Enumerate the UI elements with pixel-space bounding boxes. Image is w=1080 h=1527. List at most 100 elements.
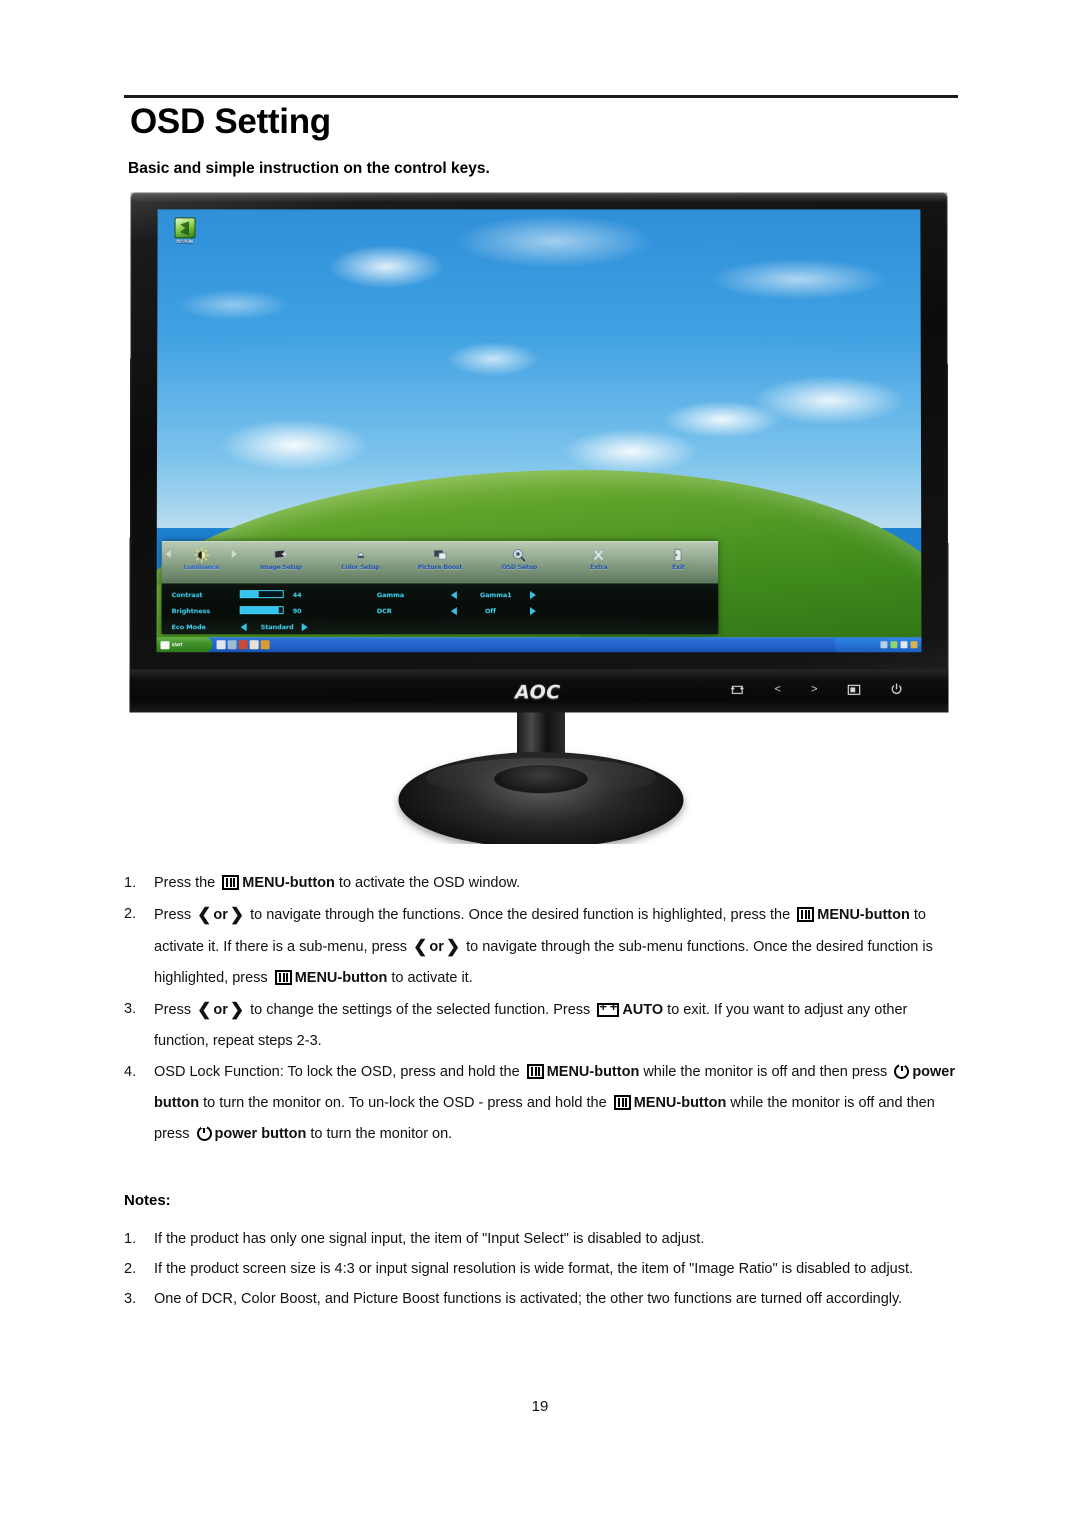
osd-tab-picture-boost[interactable]: Picture Boost [400,542,479,571]
desktop-icon-my-computer[interactable]: 我的电脑 [168,217,202,244]
osd-tab-color-setup[interactable]: Color Setup [321,542,401,571]
picture-boost-icon [400,546,479,564]
ql-icon-2[interactable] [227,640,237,650]
osd-item-label: Brightness [171,607,211,616]
instruction-step-2: 2. Press ❮ or ❯ to navigate through the fu… [124,899,960,994]
step-text: OSD Lock Function: To lock the OSD, pres… [154,1057,960,1150]
step-text-fragment: Press the [154,875,220,891]
step-text-fragment: to activate the OSD window. [334,875,521,891]
aoc-logo: AOC [514,681,561,704]
auto-icon [597,1000,620,1017]
osd-item-value: 90 [292,607,302,616]
gamma-prev-arrow[interactable] [450,591,457,600]
osd-item-dcr[interactable]: DCR Off [367,605,587,618]
ql-icon-5[interactable] [260,640,270,650]
osd-tab-osd-setup[interactable]: OSD Setup [480,542,559,571]
menu-button-label: MENU-button [242,875,335,891]
osd-tab-extra[interactable]: Extra [559,542,638,571]
gamma-next-arrow[interactable] [529,591,536,600]
note-item: 2. If the product screen size is 4:3 or … [124,1254,970,1284]
notes-list: 1. If the product has only one signal in… [124,1224,970,1314]
instruction-step-1: 1. Press the MENU-button to activate the… [124,868,960,899]
step-text: Press ❮ or ❯ to change the settings of the… [154,994,960,1057]
note-number: 2. [124,1261,137,1277]
instruction-step-3: 3. Press ❮ or ❯ to change the settings of … [124,994,960,1057]
step-text-fragment: to navigate through the functions. Once … [246,907,795,923]
brightness-icon [162,546,242,564]
start-button[interactable]: start [156,637,213,653]
menu-icon [526,1064,544,1079]
notes-heading: Notes: [124,1192,171,1209]
menu-icon [274,970,292,985]
or-label: or [429,939,444,955]
osd-tab-exit[interactable]: Exit [639,542,719,571]
dcr-next-arrow[interactable] [529,607,536,616]
menu-button-label: MENU-button [294,970,388,986]
tray-icon-3[interactable] [900,641,908,649]
left-chevron-icon: ❮ [413,937,428,956]
note-number: 1. [124,1231,137,1247]
note-text: If the product has only one signal input… [154,1231,705,1247]
osd-tab-image-setup[interactable]: Image Setup [241,542,321,571]
step-number: 2. [124,906,137,922]
ql-icon-3[interactable] [238,640,248,650]
power-button[interactable] [891,683,903,695]
osd-item-value: Standard [260,623,294,632]
monitor-screen: 我的电脑 Luminance Image Setup Color Setup P… [156,209,922,653]
tray-icon-2[interactable] [890,641,898,649]
brightness-slider-fill [240,607,279,614]
step-text-fragment: to change the settings of the selected f… [246,1002,595,1018]
step-text-fragment: while the monitor is off and then press [639,1064,892,1080]
quick-launch-bar[interactable] [216,640,270,650]
step-text-fragment: Press [154,1002,196,1018]
step-text: Press the MENU-button to activate the OS… [154,868,960,899]
osd-tab-label: Extra [590,564,608,572]
osd-tab-luminance[interactable]: Luminance [162,542,242,571]
step-text-fragment: to turn the monitor on. To un-lock the O… [199,1095,611,1111]
step-text-fragment: to turn the monitor on. [306,1126,453,1142]
step-number: 3. [124,1001,137,1017]
osd-item-label: Eco Mode [171,623,206,632]
power-icon [196,1126,212,1141]
or-label: or [213,1002,228,1018]
right-chevron-icon: ❯ [229,1000,245,1019]
auto-input-button[interactable] [730,684,744,695]
osd-tab-label: Exit [672,564,685,572]
monitor-photo: 我的电脑 Luminance Image Setup Color Setup P… [125,192,957,844]
osd-item-eco-mode[interactable]: Eco Mode Standard [162,621,402,634]
osd-item-gamma[interactable]: Gamma Gamma1 [367,589,587,602]
start-button-label: start [171,641,183,648]
dcr-prev-arrow[interactable] [450,607,457,616]
osd-tab-label: OSD Setup [501,564,538,572]
osd-setup-icon [480,546,559,564]
menu-button-label: MENU-button [546,1064,640,1080]
eco-mode-prev-arrow[interactable] [240,623,247,632]
tray-icon-4[interactable] [910,641,918,649]
right-chevron-icon: ❯ [229,905,245,924]
tools-icon [559,546,638,564]
right-button[interactable]: > [811,683,817,695]
left-chevron-icon: ❮ [197,1000,212,1019]
contrast-slider[interactable] [239,590,284,599]
instruction-list: 1. Press the MENU-button to activate the… [124,868,960,1150]
menu-button-label: MENU-button [817,907,910,923]
menu-button[interactable] [847,684,860,695]
osd-tab-bar: Luminance Image Setup Color Setup Pictur… [161,541,719,584]
color-setup-icon [321,546,400,564]
monitor-bottom-bezel: AOC < > [129,669,949,713]
brightness-slider[interactable] [239,606,284,615]
ql-icon-1[interactable] [216,640,226,650]
left-button[interactable]: < [774,683,780,695]
ql-icon-4[interactable] [249,640,259,650]
note-item: 1. If the product has only one signal in… [124,1224,970,1254]
tray-icon-1[interactable] [880,641,888,649]
step-number: 1. [124,875,137,891]
osd-menu: Luminance Image Setup Color Setup Pictur… [161,541,719,635]
system-tray[interactable] [835,637,922,653]
page-title: OSD Setting [130,102,331,141]
osd-item-value: Off [484,607,496,616]
osd-item-label: Gamma [376,591,405,600]
menu-button-label: MENU-button [633,1095,727,1111]
header-rule [124,95,958,98]
eco-mode-next-arrow[interactable] [301,623,308,632]
